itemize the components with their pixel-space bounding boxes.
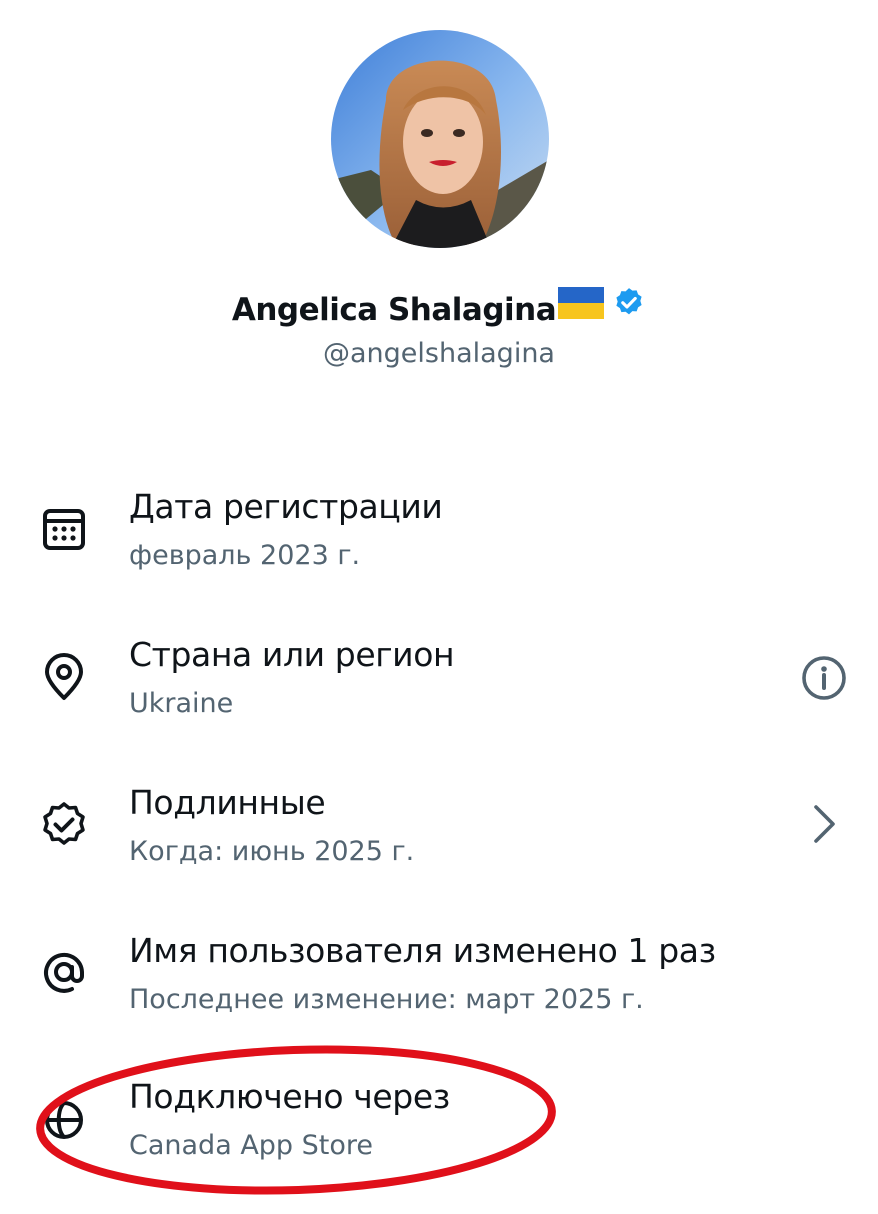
- detail-row-join-date: Дата регистрации февраль 2023 г.: [0, 484, 878, 624]
- detail-title: Дата регистрации: [129, 487, 443, 526]
- detail-subtitle: Когда: июнь 2025 г.: [129, 836, 415, 867]
- calendar-icon: [38, 502, 90, 554]
- chevron-right-icon[interactable]: [798, 798, 850, 850]
- detail-row-country: Страна или регион Ukraine: [0, 632, 878, 772]
- username-handle: @angelshalagina: [323, 338, 555, 369]
- location-pin-icon: [38, 652, 90, 704]
- globe-icon: [38, 1094, 90, 1146]
- detail-title: Имя пользователя изменено 1 раз: [129, 931, 716, 970]
- detail-row-authentic[interactable]: Подлинные Когда: июнь 2025 г.: [0, 780, 878, 920]
- ukraine-flag-emoji: [558, 286, 605, 331]
- display-name-row: Angelica Shalagina: [0, 286, 878, 332]
- detail-subtitle: Последнее изменение: март 2025 г.: [129, 984, 644, 1015]
- detail-row-username-changes: Имя пользователя изменено 1 раз Последне…: [0, 928, 878, 1068]
- info-icon[interactable]: [798, 652, 850, 704]
- at-sign-icon: [38, 946, 90, 998]
- detail-title: Страна или регион: [129, 635, 455, 674]
- detail-subtitle: Canada App Store: [129, 1130, 374, 1161]
- profile-avatar[interactable]: [331, 30, 549, 248]
- verified-check-icon: [38, 798, 90, 850]
- detail-title: Подлинные: [129, 783, 326, 822]
- detail-title: Подключено через: [129, 1077, 450, 1116]
- detail-subtitle: февраль 2023 г.: [129, 540, 361, 571]
- verified-badge-icon[interactable]: [612, 286, 646, 332]
- detail-subtitle: Ukraine: [129, 688, 234, 719]
- display-name: Angelica Shalagina: [231, 292, 557, 328]
- detail-row-connected-via: Подключено через Canada App Store: [0, 1074, 878, 1214]
